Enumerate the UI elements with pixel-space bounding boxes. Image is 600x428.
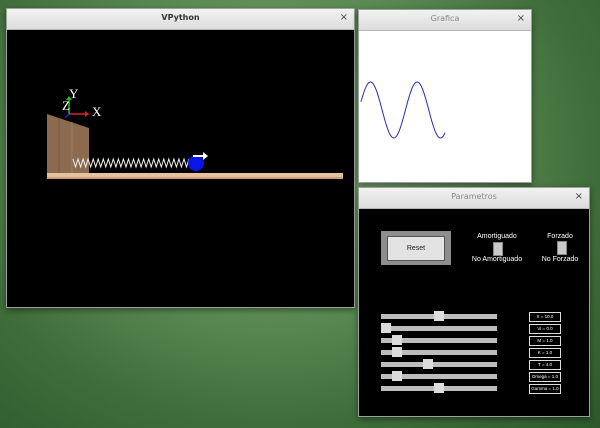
slider-k[interactable] [381, 347, 497, 357]
grafica-titlebar[interactable]: Grafica × [359, 10, 531, 31]
scene-canvas: X Y Z [47, 86, 343, 179]
amortiguado-label: Amortiguado [477, 233, 517, 240]
vpython-titlebar[interactable]: VPython × [7, 9, 354, 30]
mass-ball [188, 155, 204, 171]
value-x: X = 10.0 [529, 312, 561, 322]
grafica-plot [359, 31, 531, 182]
z-axis-label: Z [62, 98, 70, 113]
forzado-label: Forzado [547, 233, 573, 240]
slider-t[interactable] [381, 359, 497, 369]
grafica-window: Grafica × [358, 9, 532, 183]
grafica-title: Grafica [430, 14, 460, 23]
slider-gamma[interactable] [381, 383, 497, 393]
parametros-window: Parametros × Reset Amortiguado No Amorti… [358, 187, 590, 417]
desktop: { "vpython_window": { "title": "VPython"… [0, 0, 600, 428]
value-omega: Omega = 1.0 [529, 372, 561, 382]
amortiguado-toggle[interactable] [493, 242, 503, 256]
vpython-scene[interactable]: X Y Z [7, 30, 354, 307]
close-icon[interactable]: × [517, 13, 525, 24]
no-amortiguado-label: No Amortiguado [471, 256, 523, 263]
floor-edge [47, 177, 343, 179]
y-axis-label: Y [69, 86, 79, 101]
slider-x[interactable] [381, 311, 497, 321]
slider-omega[interactable] [381, 371, 497, 381]
value-m: M = 1.0 [529, 336, 561, 346]
slider-thumb[interactable] [434, 383, 444, 393]
reset-frame: Reset [381, 231, 451, 265]
graph-line [360, 81, 446, 139]
spring [72, 157, 190, 169]
parametros-panel: Reset Amortiguado No Amortiguado Forzado… [359, 209, 589, 416]
slider-thumb[interactable] [423, 359, 433, 369]
x-axis-arrow [85, 111, 89, 117]
value-gamma: Gamma = 1.0 [529, 384, 561, 394]
no-forzado-label: No Forzado [541, 256, 579, 263]
z-axis-line [64, 113, 70, 119]
close-icon[interactable]: × [340, 12, 348, 23]
slider-thumb[interactable] [381, 323, 391, 333]
slider-thumb[interactable] [392, 335, 402, 345]
parametros-titlebar[interactable]: Parametros × [359, 188, 589, 209]
slider-m[interactable] [381, 335, 497, 345]
slider-thumb[interactable] [434, 311, 444, 321]
forzado-toggle[interactable] [557, 241, 567, 255]
close-icon[interactable]: × [575, 191, 583, 202]
vpython-title: VPython [161, 13, 200, 22]
value-vi: Vi = 0.0 [529, 324, 561, 334]
graph-canvas [360, 81, 446, 139]
parametros-title: Parametros [451, 192, 497, 201]
slider-vi[interactable] [381, 323, 497, 333]
slider-thumb[interactable] [392, 347, 402, 357]
x-axis-label: X [92, 104, 102, 119]
value-t: T = 4.0 [529, 360, 561, 370]
slider-thumb[interactable] [392, 371, 402, 381]
value-k: K = 1.0 [529, 348, 561, 358]
wall [47, 114, 89, 173]
vpython-window: VPython × X Y Z [6, 8, 355, 308]
reset-button[interactable]: Reset [387, 236, 445, 261]
